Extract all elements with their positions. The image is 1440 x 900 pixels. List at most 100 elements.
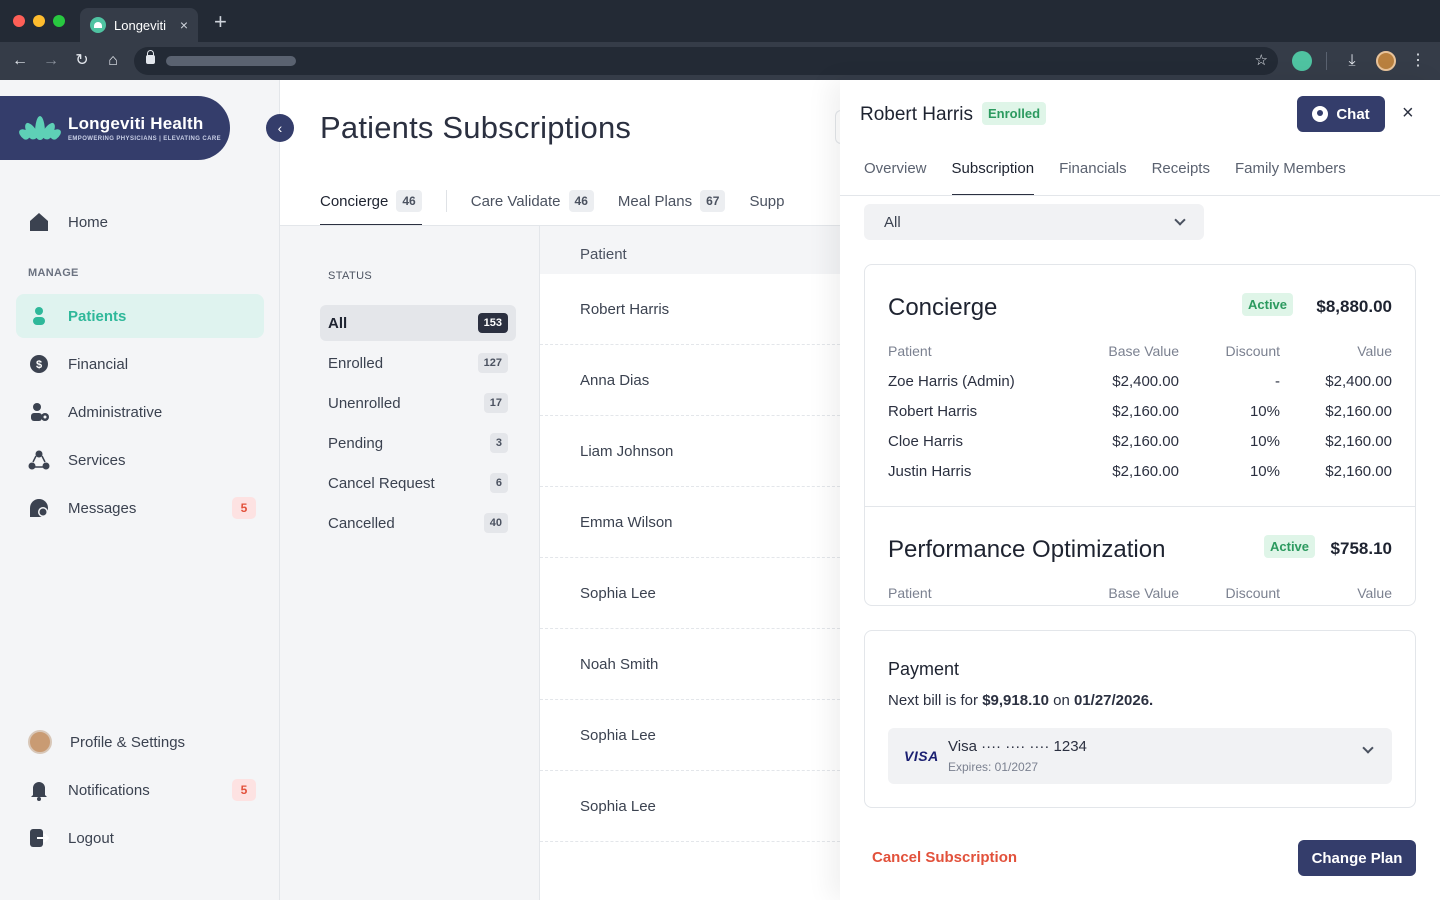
status-pending[interactable]: Pending 3 [320, 425, 516, 461]
close-tab-icon[interactable]: × [180, 17, 188, 33]
maximize-window-dot[interactable] [53, 15, 65, 27]
tab-receipts[interactable]: Receipts [1152, 160, 1210, 196]
download-icon[interactable]: ⤓ [1342, 51, 1362, 71]
cell-value: $2,160.00 [1325, 463, 1392, 480]
minimize-window-dot[interactable] [33, 15, 45, 27]
status-count: 6 [489, 473, 508, 493]
svg-text:$: $ [36, 359, 42, 371]
subscription-filter-select[interactable]: All [864, 204, 1204, 240]
tab-divider [445, 190, 447, 212]
close-icon[interactable]: × [1402, 102, 1414, 124]
bell-icon [31, 782, 47, 801]
browser-menu-icon[interactable]: ⋮ [1408, 51, 1428, 71]
payment-method-select[interactable]: VISA Visa ···· ···· ···· 1234 Expires: 0… [888, 728, 1392, 784]
status-header: STATUS [328, 270, 373, 282]
browser-titlebar: Longeviti × + [0, 0, 1440, 42]
next-bill-prefix: Next bill is for [888, 692, 983, 709]
payment-title: Payment [888, 659, 960, 679]
sidebar-item-label: Financial [68, 355, 129, 373]
cell-discount: 10% [1249, 403, 1280, 420]
status-label: Cancel Request [328, 474, 435, 492]
table-row[interactable]: Sophia Lee [540, 700, 840, 771]
next-bill-amount: $9,918.10 [982, 692, 1049, 709]
tab-label: Supp [749, 192, 785, 210]
bookmark-star-icon[interactable]: ☆ [1255, 51, 1268, 69]
back-icon[interactable]: ← [10, 51, 30, 71]
tab-supplements[interactable]: Supp [749, 180, 784, 226]
sidebar-item-home[interactable]: Home [16, 200, 264, 244]
reload-icon[interactable]: ↻ [72, 51, 92, 71]
select-value: All [884, 213, 901, 231]
brand-logo[interactable]: Longeviti Health EMPOWERING PHYSICIANS |… [0, 96, 230, 160]
tab-label: Concierge [320, 192, 389, 210]
collapse-sidebar-button[interactable]: ‹ [266, 114, 294, 142]
cell-value: $2,160.00 [1325, 433, 1392, 450]
tab-count: 67 [700, 190, 726, 212]
sidebar-item-profile[interactable]: Profile & Settings [16, 720, 264, 764]
sidebar-item-label: Home [68, 213, 109, 231]
change-plan-button[interactable]: Change Plan [1298, 840, 1416, 876]
sidebar-item-patients[interactable]: Patients [16, 294, 264, 338]
address-bar[interactable]: ☆ [134, 47, 1278, 75]
sidebar-item-administrative[interactable]: Administrative [16, 390, 264, 434]
status-label: Enrolled [328, 354, 384, 372]
lock-icon [146, 50, 155, 64]
admin-icon [31, 403, 49, 421]
patient-name: Robert Harris [860, 104, 973, 125]
browser-profile-avatar[interactable] [1376, 51, 1396, 71]
tab-financials[interactable]: Financials [1059, 160, 1127, 196]
table-row[interactable]: Emma Wilson [540, 487, 840, 558]
chat-button[interactable]: Chat [1297, 96, 1385, 132]
chat-label: Chat [1336, 105, 1370, 123]
table-row[interactable]: Noah Smith [540, 629, 840, 700]
home-icon [30, 213, 48, 231]
tab-overview[interactable]: Overview [864, 160, 927, 196]
header-discount: Discount [1225, 343, 1280, 359]
tab-care-validate[interactable]: Care Validate 46 [471, 180, 594, 226]
status-label: Cancelled [328, 514, 395, 532]
table-row[interactable]: Robert Harris [540, 274, 840, 345]
status-cancelled[interactable]: Cancelled 40 [320, 505, 516, 541]
sidebar-item-label: Services [68, 451, 126, 469]
tab-concierge[interactable]: Concierge 46 [320, 180, 422, 226]
new-tab-icon[interactable]: + [214, 11, 227, 33]
cell-patient: Justin Harris [888, 463, 972, 480]
browser-tab-title: Longeviti [114, 17, 167, 33]
browser-tab[interactable]: Longeviti × [80, 8, 198, 42]
cell-base-value: $2,400.00 [1112, 373, 1179, 390]
status-count: 127 [477, 353, 508, 373]
status-enrolled[interactable]: Enrolled 127 [320, 345, 516, 381]
cell-patient: Zoe Harris (Admin) [888, 373, 1015, 390]
table-row[interactable]: Anna Dias [540, 345, 840, 416]
table-row[interactable]: Sophia Lee [540, 558, 840, 629]
sidebar-item-services[interactable]: Services [16, 438, 264, 482]
home-browser-icon[interactable]: ⌂ [103, 51, 123, 71]
next-bill-date: 01/27/2026. [1073, 692, 1154, 709]
cancel-subscription-button[interactable]: Cancel Subscription [872, 849, 1017, 866]
cell-value: $2,400.00 [1325, 373, 1392, 390]
table-row[interactable]: Sophia Lee [540, 771, 840, 842]
plan-total: $8,880.00 [1316, 297, 1392, 316]
sidebar-item-financial[interactable]: $ Financial [16, 342, 264, 386]
sidebar-item-logout[interactable]: Logout [16, 816, 264, 860]
forward-icon[interactable]: → [41, 51, 61, 71]
extension-icon[interactable] [1292, 51, 1312, 71]
status-cancel-request[interactable]: Cancel Request 6 [320, 465, 516, 501]
sidebar-item-messages[interactable]: Messages 5 [16, 486, 264, 530]
lotus-logo-icon [17, 114, 63, 142]
close-window-dot[interactable] [13, 15, 25, 27]
status-unenrolled[interactable]: Unenrolled 17 [320, 385, 516, 421]
tab-meal-plans[interactable]: Meal Plans 67 [618, 180, 726, 226]
status-label: Unenrolled [328, 394, 401, 412]
table-row[interactable]: Liam Johnson [540, 416, 840, 487]
header-patient: Patient [888, 585, 932, 601]
header-base-value: Base Value [1108, 343, 1179, 359]
status-all[interactable]: All 153 [320, 305, 516, 341]
cell-base-value: $2,160.00 [1112, 433, 1179, 450]
tab-family-members[interactable]: Family Members [1235, 160, 1346, 196]
status-filter: STATUS All 153 Enrolled 127 Unenrolled 1… [280, 226, 540, 900]
sidebar-item-label: Patients [68, 307, 127, 325]
page-title: Patients Subscriptions [320, 110, 632, 145]
sidebar-item-notifications[interactable]: Notifications 5 [16, 768, 264, 812]
tab-subscription[interactable]: Subscription [951, 160, 1034, 196]
